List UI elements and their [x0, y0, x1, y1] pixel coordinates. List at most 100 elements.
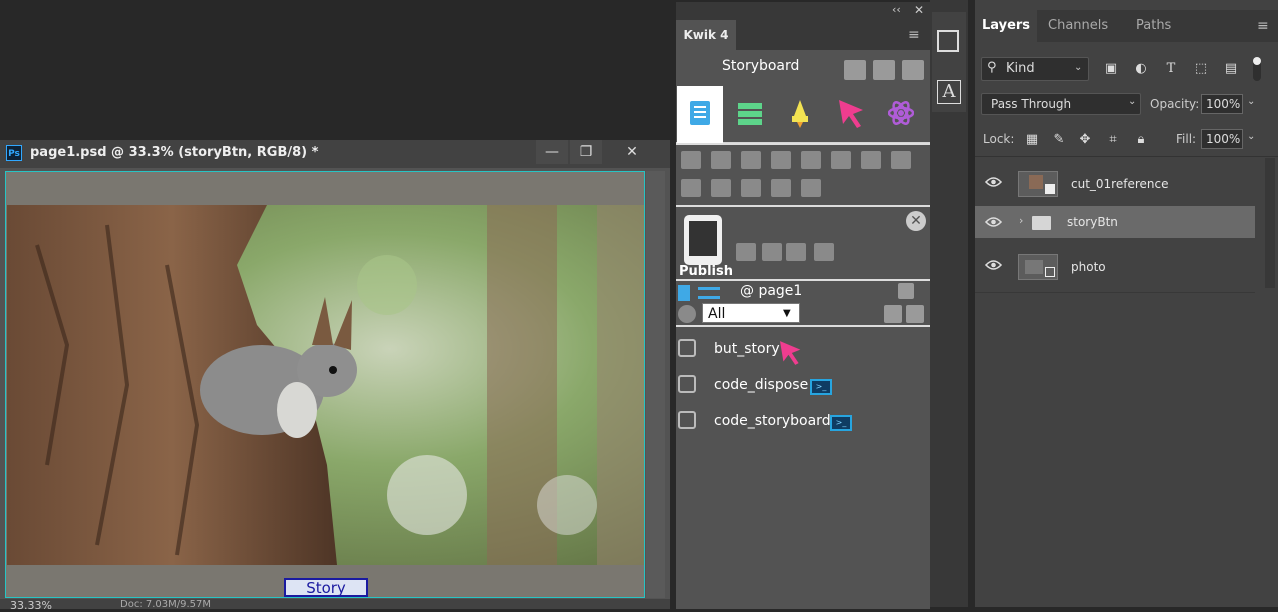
document-title-bar[interactable]: Ps page1.psd @ 33.3% (storyBtn, RGB/8) *… [0, 140, 670, 168]
layers-scrollbar[interactable] [1265, 158, 1275, 288]
tool-icon[interactable] [741, 179, 761, 197]
filter-dropdown[interactable]: All ▼ [702, 303, 800, 323]
tool-icon[interactable] [741, 151, 761, 169]
list-view-icon[interactable] [698, 287, 720, 299]
tool-icon[interactable] [814, 243, 834, 261]
tool-icon[interactable] [762, 243, 782, 261]
tool-icon[interactable] [861, 151, 881, 169]
lock-transparent-icon[interactable]: ▦ [1023, 131, 1041, 149]
chevron-down-icon[interactable]: ⌄ [1247, 96, 1255, 107]
divider [975, 156, 1278, 157]
layer-thumbnail [1018, 254, 1058, 280]
tab-channels[interactable]: Channels [1037, 10, 1119, 42]
pointer-icon [839, 100, 863, 128]
layer-name[interactable]: cut_01reference [1071, 177, 1168, 191]
layer-row-selected[interactable]: › storyBtn [975, 206, 1255, 238]
close-panel-icon[interactable]: ✕ [914, 3, 924, 17]
layers-menu-icon[interactable]: ≡ [1257, 10, 1269, 42]
character-icon[interactable]: A [937, 80, 961, 104]
smart-object-filter-icon[interactable]: ▤ [1222, 60, 1240, 78]
checkbox[interactable] [678, 375, 696, 393]
page-name: @ page1 [740, 283, 803, 299]
tool-icon[interactable] [831, 151, 851, 169]
filter-toggle[interactable] [1253, 57, 1261, 81]
zoom-level[interactable]: 33.33% [10, 599, 52, 612]
chevron-right-icon[interactable]: › [1019, 214, 1023, 227]
layer-name[interactable]: photo [1071, 260, 1106, 274]
lock-artboard-icon[interactable]: ⌗ [1104, 131, 1122, 149]
copy-icon[interactable] [906, 305, 924, 323]
collapse-icon[interactable]: ‹‹ [892, 3, 901, 16]
blend-mode-dropdown[interactable]: Pass Through ⌄ [981, 93, 1141, 115]
tab-layers[interactable]: Layers [975, 10, 1037, 42]
tablet-icon[interactable] [684, 215, 722, 265]
tool-icon[interactable] [711, 179, 731, 197]
tool-icon[interactable] [801, 179, 821, 197]
trash-icon[interactable] [898, 283, 914, 299]
tab-pages[interactable] [677, 86, 723, 143]
tool-icon[interactable] [891, 151, 911, 169]
tab-kwik[interactable]: Kwik 4 [676, 20, 736, 50]
chevron-down-icon[interactable]: ⌄ [1247, 131, 1255, 142]
list-item[interactable]: code_dispose >_ [676, 367, 930, 403]
tool-icon[interactable] [736, 243, 756, 261]
filter-value: All [708, 306, 726, 322]
layer-row[interactable]: cut_01reference [975, 164, 1255, 204]
canvas[interactable]: Story [5, 171, 645, 598]
tool-icon[interactable] [786, 243, 806, 261]
photo-thumbnail [1025, 260, 1043, 274]
search-icon[interactable] [678, 305, 696, 323]
kwik-tool-grid [676, 143, 930, 205]
checkbox[interactable] [678, 411, 696, 429]
shape-filter-icon[interactable]: ⬚ [1192, 60, 1210, 78]
image-filter-icon[interactable]: ▣ [1102, 60, 1120, 78]
lock-all-icon[interactable]: 🔒︎ [1132, 131, 1150, 149]
list-item[interactable]: code_storyboard >_ [676, 403, 930, 439]
eye-icon[interactable] [985, 176, 1002, 188]
tool-icon[interactable] [711, 151, 731, 169]
eye-icon[interactable] [985, 216, 1002, 228]
list-item[interactable]: but_story [676, 331, 930, 367]
tab-rocket[interactable] [776, 86, 824, 142]
layer-row[interactable]: photo [975, 247, 1255, 287]
tool-icon[interactable] [801, 151, 821, 169]
book-icon[interactable] [902, 60, 924, 80]
library-icon[interactable] [937, 30, 959, 52]
lock-position-icon[interactable]: ✥ [1076, 131, 1094, 149]
open-folder-icon[interactable] [873, 60, 895, 80]
fill-label: Fill: [1176, 132, 1197, 146]
document-scrollbar[interactable] [646, 171, 665, 598]
kind-filter-dropdown[interactable]: ⚲ Kind ⌄ [981, 57, 1089, 81]
tool-icon[interactable] [771, 179, 791, 197]
publish-label[interactable]: Publish [679, 264, 733, 279]
tool-icon[interactable] [681, 179, 701, 197]
checkbox[interactable] [678, 339, 696, 357]
tool-icon[interactable] [681, 151, 701, 169]
opacity-field[interactable]: 100% [1201, 94, 1243, 114]
tab-pointer[interactable] [826, 86, 874, 142]
minimize-button[interactable]: — [536, 140, 568, 164]
story-button[interactable]: Story [284, 578, 368, 597]
kwik-panel: ‹‹ ✕ Kwik 4 ≡ Storyboard Publish ✕ @ pag… [676, 2, 930, 609]
tool-icon[interactable] [771, 151, 791, 169]
new-folder-icon[interactable] [844, 60, 866, 80]
document-info: Doc: 7.03M/9.57M [120, 599, 212, 610]
page-icon[interactable] [678, 285, 690, 301]
tab-list[interactable] [726, 86, 774, 142]
type-filter-icon[interactable]: T [1162, 60, 1180, 78]
fill-field[interactable]: 100% [1201, 129, 1243, 149]
lock-paint-icon[interactable]: ✎ [1050, 131, 1068, 149]
page-section: @ page1 All ▼ [676, 279, 930, 327]
maximize-button[interactable]: ❐ [570, 140, 602, 164]
kwik-menu-icon[interactable]: ≡ [908, 20, 920, 50]
layer-name[interactable]: storyBtn [1067, 215, 1118, 229]
tab-atom[interactable] [876, 86, 924, 142]
adjustment-filter-icon[interactable]: ◐ [1132, 60, 1150, 78]
close-icon[interactable]: ✕ [906, 211, 926, 231]
list-icon [738, 103, 762, 125]
kwik-layer-list: but_story code_dispose >_ code_storyboar… [676, 325, 930, 609]
tab-paths[interactable]: Paths [1125, 10, 1182, 42]
eye-icon[interactable] [985, 259, 1002, 271]
close-button[interactable]: ✕ [616, 140, 648, 164]
paste-icon[interactable] [884, 305, 902, 323]
